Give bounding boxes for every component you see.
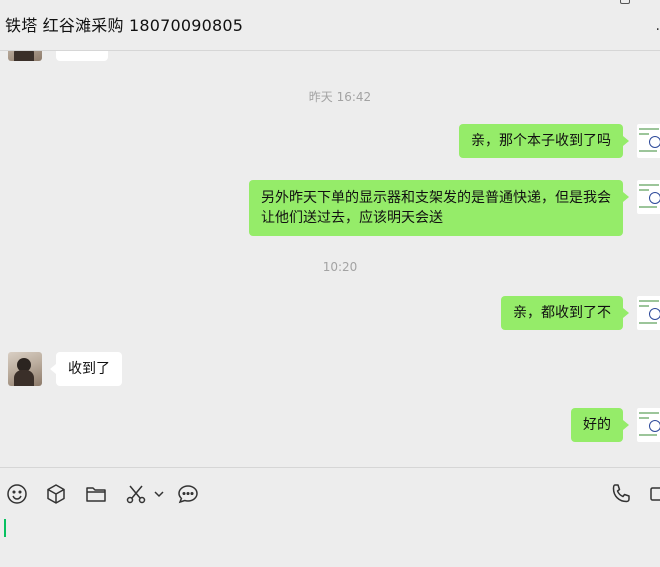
message-bubble-partial[interactable] xyxy=(56,51,108,61)
my-avatar[interactable] xyxy=(637,124,660,158)
scissors-icon[interactable] xyxy=(124,482,148,506)
contact-avatar[interactable] xyxy=(8,51,42,61)
chevron-down-icon[interactable] xyxy=(152,482,166,506)
message-list[interactable]: 昨天 16:42 亲，那个本子收到了吗 另外昨天下单的显示器和支架发的是普通快递… xyxy=(0,51,660,467)
folder-icon[interactable] xyxy=(84,482,108,506)
chat-bubble-icon[interactable] xyxy=(176,482,200,506)
emoji-icon[interactable] xyxy=(5,482,29,506)
phone-icon[interactable] xyxy=(609,482,633,506)
message-bubble-sent[interactable]: 亲，都收到了不 xyxy=(501,296,629,330)
timestamp: 昨天 16:42 xyxy=(308,90,372,104)
more-options-icon[interactable]: · xyxy=(656,22,660,38)
message-bubble-sent[interactable]: 另外昨天下单的显示器和支架发的是普通快递，但是我会 让他们送过去，应该明天会送 xyxy=(249,180,629,236)
my-avatar[interactable] xyxy=(637,296,660,330)
my-avatar[interactable] xyxy=(637,408,660,442)
box-icon[interactable] xyxy=(44,482,68,506)
input-area[interactable] xyxy=(0,467,660,567)
contact-avatar[interactable] xyxy=(8,352,42,386)
my-avatar[interactable] xyxy=(637,180,660,214)
timestamp: 10:20 xyxy=(322,260,358,274)
chat-title: 铁塔 红谷滩采购 18070090805 xyxy=(5,16,244,35)
message-bubble-received[interactable]: 收到了 xyxy=(50,352,122,386)
message-bubble-sent[interactable]: 亲，那个本子收到了吗 xyxy=(459,124,629,158)
text-cursor xyxy=(4,519,6,537)
window-control-icon[interactable] xyxy=(620,0,630,4)
video-icon[interactable] xyxy=(648,482,660,506)
chat-window: 铁塔 红谷滩采购 18070090805 · 昨天 16:42 亲，那个本子收到… xyxy=(0,0,660,567)
message-line: 另外昨天下单的显示器和支架发的是普通快递，但是我会 xyxy=(261,190,611,206)
message-line: 让他们送过去，应该明天会送 xyxy=(261,210,443,226)
chat-header: 铁塔 红谷滩采购 18070090805 · xyxy=(0,0,660,51)
message-bubble-sent[interactable]: 好的 xyxy=(571,408,629,442)
